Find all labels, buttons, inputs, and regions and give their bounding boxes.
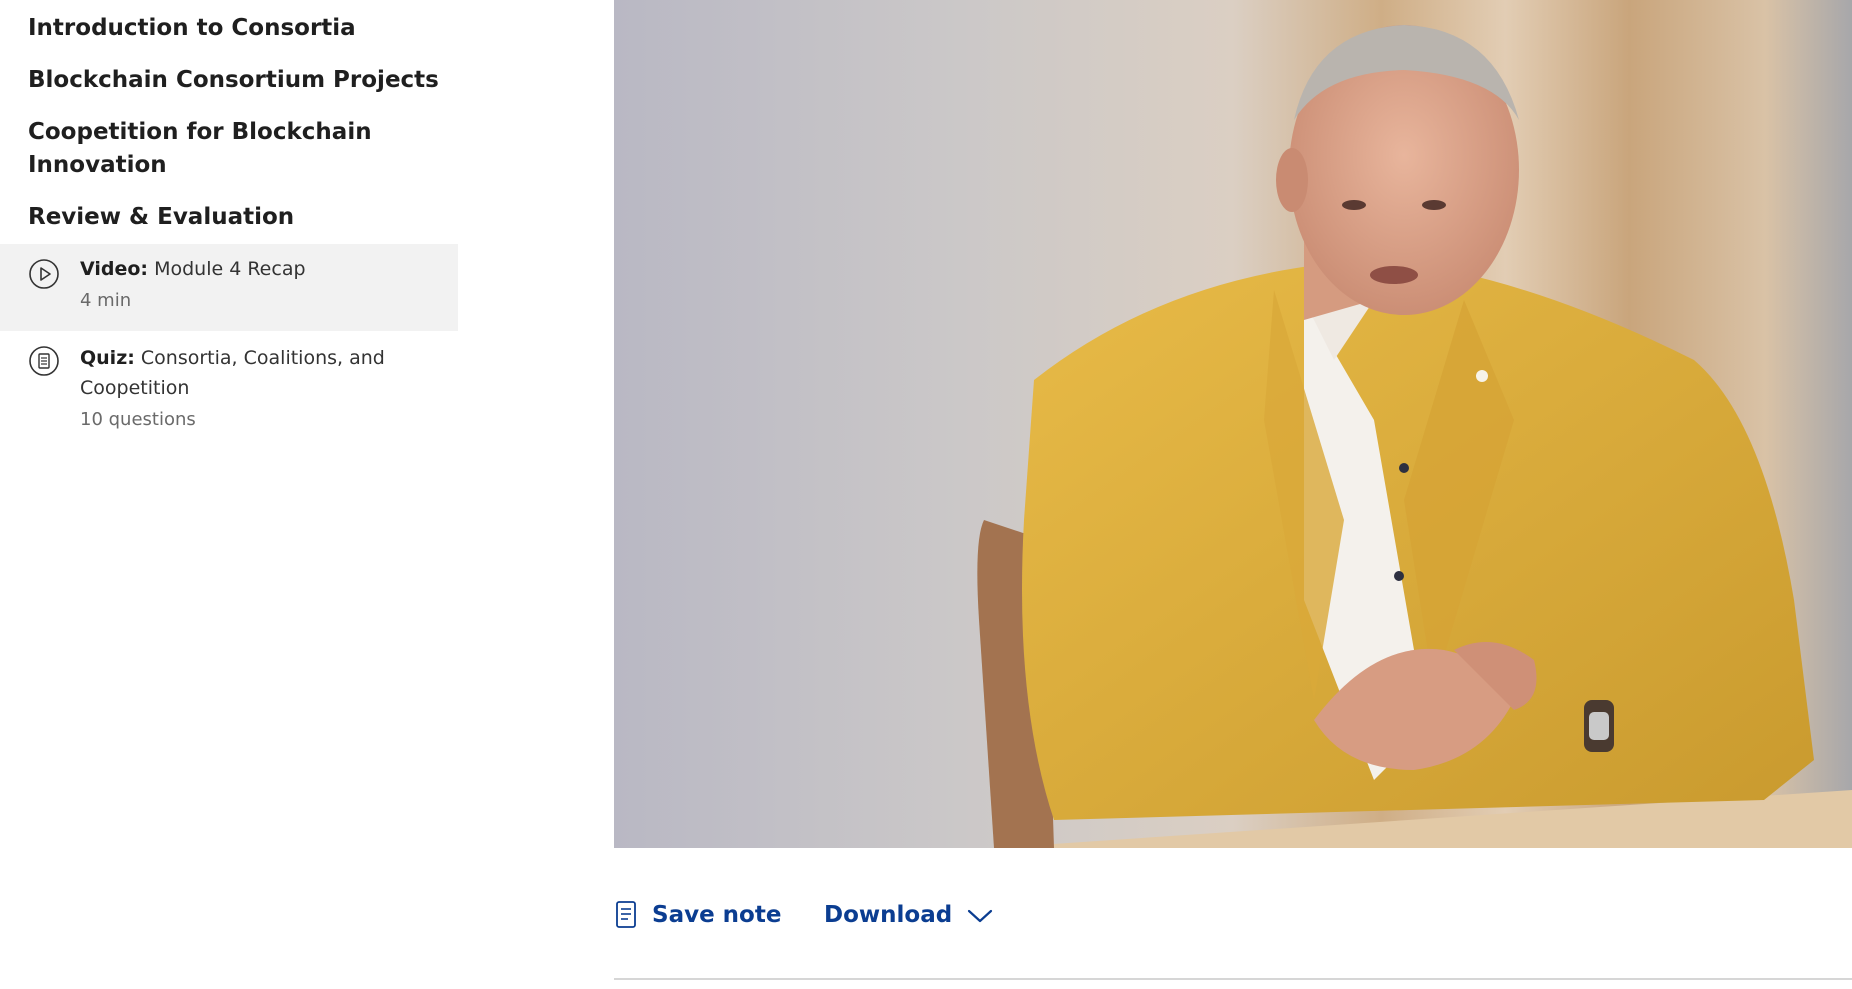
play-circle-icon bbox=[28, 258, 60, 290]
lesson-duration: 4 min bbox=[80, 290, 132, 311]
course-page: Introduction to Consortia Blockchain Con… bbox=[0, 0, 1852, 989]
video-actions-bar: Save note Download bbox=[614, 890, 1514, 940]
divider bbox=[614, 978, 1852, 980]
video-frame-image bbox=[614, 0, 1852, 848]
lesson-item-text: Video: Module 4 Recap 4 min bbox=[80, 254, 420, 316]
lesson-item-video-module-4-recap[interactable]: Video: Module 4 Recap 4 min bbox=[0, 244, 458, 331]
section-introduction-to-consortia[interactable]: Introduction to Consortia bbox=[28, 12, 356, 45]
download-dropdown-button[interactable]: Download bbox=[824, 890, 994, 940]
lesson-item-text: Quiz: Consortia, Coalitions, and Coopeti… bbox=[80, 343, 420, 435]
chevron-down-icon bbox=[966, 905, 994, 925]
note-icon bbox=[614, 900, 640, 930]
section-coopetition[interactable]: Coopetition for Blockchain Innovation bbox=[28, 116, 408, 182]
quiz-icon bbox=[28, 345, 60, 377]
section-review-evaluation[interactable]: Review & Evaluation bbox=[28, 201, 294, 234]
section-blockchain-consortium-projects[interactable]: Blockchain Consortium Projects bbox=[28, 64, 439, 97]
lesson-question-count: 10 questions bbox=[80, 409, 196, 430]
lesson-type-label: Quiz: bbox=[80, 347, 135, 369]
course-outline-sidebar: Introduction to Consortia Blockchain Con… bbox=[0, 0, 458, 989]
save-note-label: Save note bbox=[652, 902, 782, 928]
lesson-item-quiz[interactable]: Quiz: Consortia, Coalitions, and Coopeti… bbox=[0, 331, 458, 441]
video-player[interactable] bbox=[614, 0, 1852, 848]
download-label: Download bbox=[824, 902, 953, 928]
lesson-type-label: Video: bbox=[80, 258, 149, 280]
save-note-button[interactable]: Save note bbox=[614, 890, 781, 940]
lesson-title: Module 4 Recap bbox=[154, 258, 306, 280]
